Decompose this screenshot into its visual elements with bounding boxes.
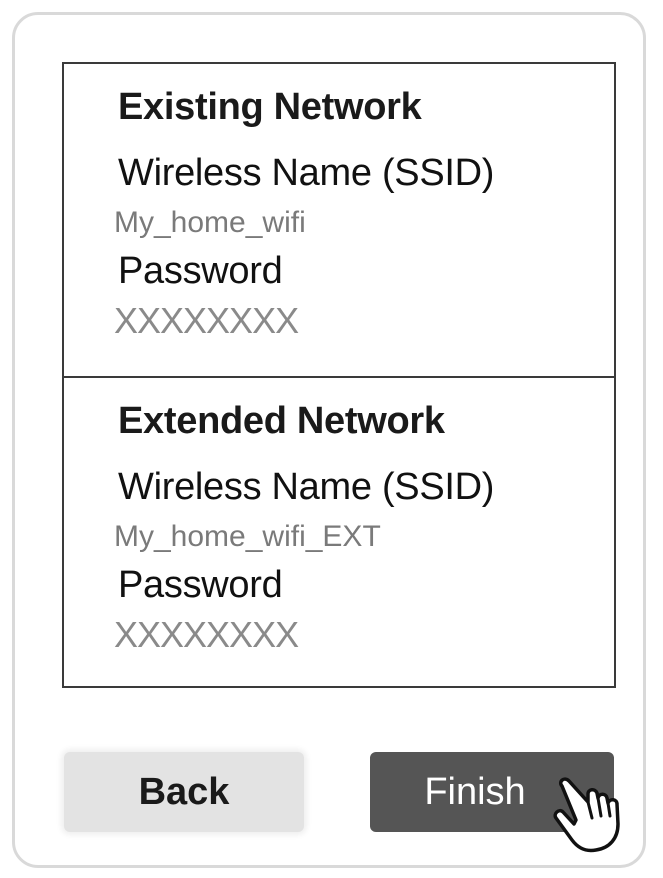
extended-network-heading: Extended Network [118,400,445,442]
existing-password-label: Password [118,250,283,292]
extended-network-section: Extended Network Wireless Name (SSID) My… [64,376,614,686]
network-summary-panel: Existing Network Wireless Name (SSID) My… [62,62,616,688]
extended-password-label: Password [118,564,283,606]
existing-network-heading: Existing Network [118,86,422,128]
extended-ssid-label: Wireless Name (SSID) [118,466,495,508]
existing-password-value: XXXXXXXX [114,300,299,341]
back-button[interactable]: Back [64,752,304,832]
existing-ssid-label: Wireless Name (SSID) [118,152,495,194]
extended-ssid-value: My_home_wifi_EXT [114,520,381,553]
hand-pointer-icon [553,777,620,853]
existing-ssid-value: My_home_wifi [114,206,306,239]
existing-network-section: Existing Network Wireless Name (SSID) My… [64,64,614,376]
finish-button-label: Finish [424,770,526,813]
back-button-label: Back [138,770,230,813]
extended-password-value: XXXXXXXX [114,614,299,655]
